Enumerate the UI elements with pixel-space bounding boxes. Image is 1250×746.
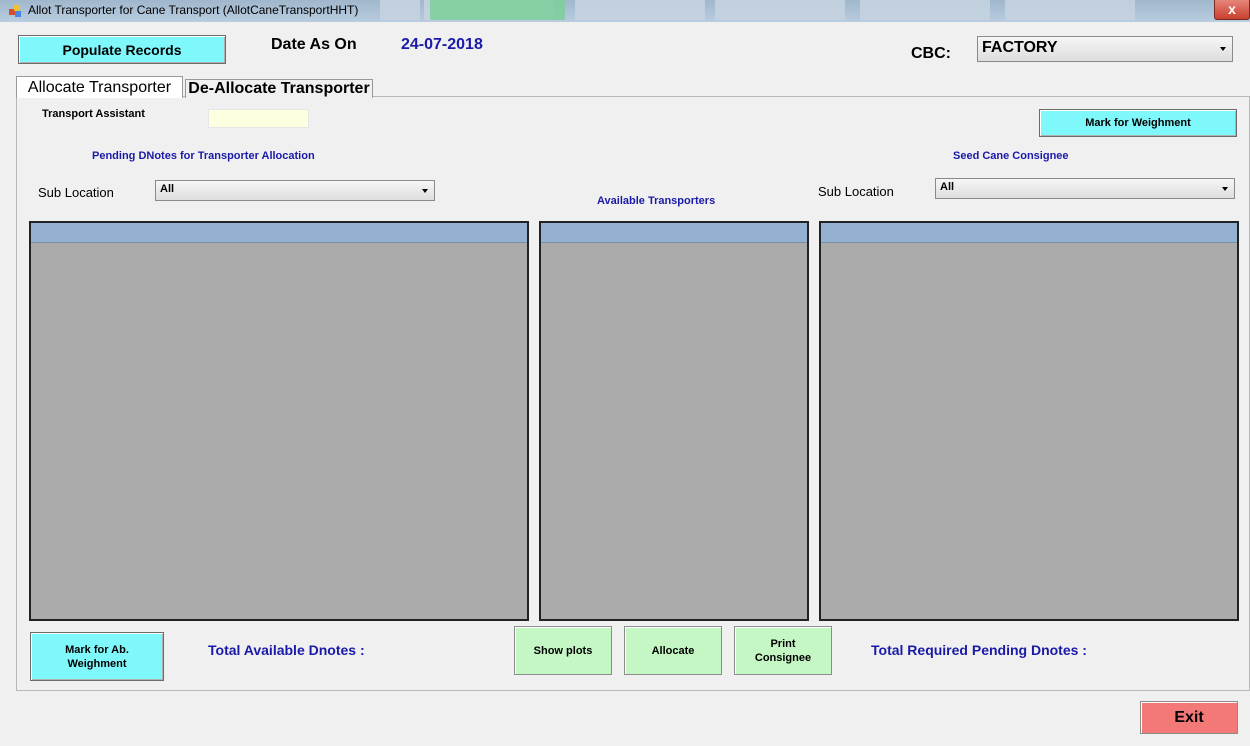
- app-icon: [9, 5, 21, 17]
- sub-location-right-value: All: [940, 181, 955, 193]
- available-transporters-grid[interactable]: [539, 221, 809, 621]
- mark-for-ab-weighment-button[interactable]: Mark for Ab. Weighment: [30, 632, 164, 681]
- seed-cane-consignee-title: Seed Cane Consignee: [953, 150, 1069, 162]
- sub-location-label-right: Sub Location: [818, 184, 894, 199]
- grid-header: [31, 223, 527, 243]
- tab-allocate-transporter[interactable]: Allocate Transporter: [16, 76, 183, 98]
- close-icon: x: [1228, 1, 1236, 17]
- chevron-down-icon: [1222, 186, 1228, 191]
- mark-for-weighment-button[interactable]: Mark for Weighment: [1039, 109, 1237, 137]
- total-available-dnotes-label: Total Available Dnotes :: [208, 642, 365, 658]
- exit-button[interactable]: Exit: [1140, 701, 1238, 734]
- title-bar: Allot Transporter for Cane Transport (Al…: [0, 0, 1250, 22]
- cbc-label: CBC:: [911, 45, 951, 62]
- show-plots-button[interactable]: Show plots: [514, 626, 612, 675]
- seed-cane-consignee-grid[interactable]: [819, 221, 1239, 621]
- sub-location-label-left: Sub Location: [38, 185, 114, 200]
- pending-dnotes-grid[interactable]: [29, 221, 529, 621]
- transport-assistant-input[interactable]: [208, 109, 309, 128]
- chevron-down-icon: [422, 188, 428, 193]
- chevron-down-icon: [1220, 47, 1226, 51]
- close-button[interactable]: x: [1214, 0, 1250, 20]
- date-value: 24-07-2018: [401, 36, 483, 53]
- transport-assistant-label: Transport Assistant: [42, 108, 145, 120]
- total-required-pending-dnotes-label: Total Required Pending Dnotes :: [871, 642, 1087, 658]
- cbc-selected-value: FACTORY: [982, 39, 1058, 56]
- grid-header: [821, 223, 1237, 243]
- populate-records-button[interactable]: Populate Records: [18, 35, 226, 64]
- sub-location-left-value: All: [160, 183, 175, 195]
- window-title: Allot Transporter for Cane Transport (Al…: [28, 3, 359, 17]
- print-consignee-button[interactable]: Print Consignee: [734, 626, 832, 675]
- background-app-tiles: [380, 0, 1200, 22]
- sub-location-dropdown-left[interactable]: All: [155, 180, 435, 201]
- cbc-dropdown[interactable]: FACTORY: [977, 36, 1233, 62]
- available-transporters-title: Available Transporters: [597, 195, 716, 207]
- date-as-on-label: Date As On: [271, 36, 357, 53]
- pending-dnotes-title: Pending DNotes for Transporter Allocatio…: [92, 150, 315, 162]
- tab-deallocate-transporter[interactable]: De-Allocate Transporter: [185, 79, 373, 98]
- sub-location-dropdown-right[interactable]: All: [935, 178, 1235, 199]
- allocate-button[interactable]: Allocate: [624, 626, 722, 675]
- grid-header: [541, 223, 807, 243]
